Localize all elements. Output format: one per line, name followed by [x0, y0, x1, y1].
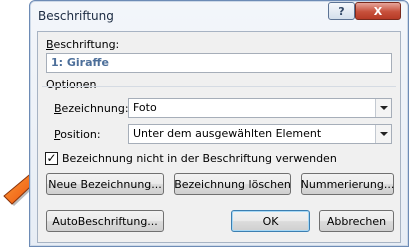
close-button[interactable]: X	[355, 2, 401, 20]
close-icon: X	[373, 4, 383, 18]
numbering-button[interactable]: Nummerierung...	[301, 173, 394, 195]
position-select[interactable]: Unter dem ausgewählten Element	[128, 124, 392, 144]
ok-button[interactable]: OK	[231, 210, 310, 232]
autocaption-button[interactable]: AutoBeschriftung...	[46, 210, 164, 232]
chevron-down-icon[interactable]	[375, 125, 391, 143]
position-label: Position:	[54, 128, 101, 141]
caption-dialog: Beschriftung ? X Beschriftung: 1: Giraff…	[29, 0, 409, 247]
exclude-label-checkbox[interactable]: ✓	[45, 152, 58, 165]
help-button[interactable]: ?	[328, 2, 355, 20]
caption-label: Beschriftung:	[46, 38, 120, 51]
delete-label-button[interactable]: Bezeichnung löschen	[174, 173, 291, 195]
bezeichnung-value: Foto	[133, 101, 157, 114]
dialog-body: Beschriftung: 1: Giraffe Optionen Bezeic…	[37, 31, 401, 243]
caption-input[interactable]: 1: Giraffe	[46, 53, 392, 73]
chevron-down-icon[interactable]	[375, 99, 391, 117]
bezeichnung-label: Bezeichnung:	[54, 102, 129, 115]
help-icon: ?	[338, 4, 345, 18]
new-label-button[interactable]: Neue Bezeichnung...	[46, 173, 164, 195]
bezeichnung-select[interactable]: Foto	[128, 98, 392, 118]
caption-label-rest: eschriftung:	[53, 38, 120, 51]
exclude-label-text: Bezeichnung nicht in der Beschriftung ve…	[62, 152, 337, 165]
dialog-title: Beschriftung	[38, 9, 114, 23]
cancel-button[interactable]: Abbrechen	[319, 210, 394, 232]
position-value: Unter dem ausgewählten Element	[133, 127, 322, 140]
title-bar: Beschriftung ? X	[30, 1, 408, 31]
